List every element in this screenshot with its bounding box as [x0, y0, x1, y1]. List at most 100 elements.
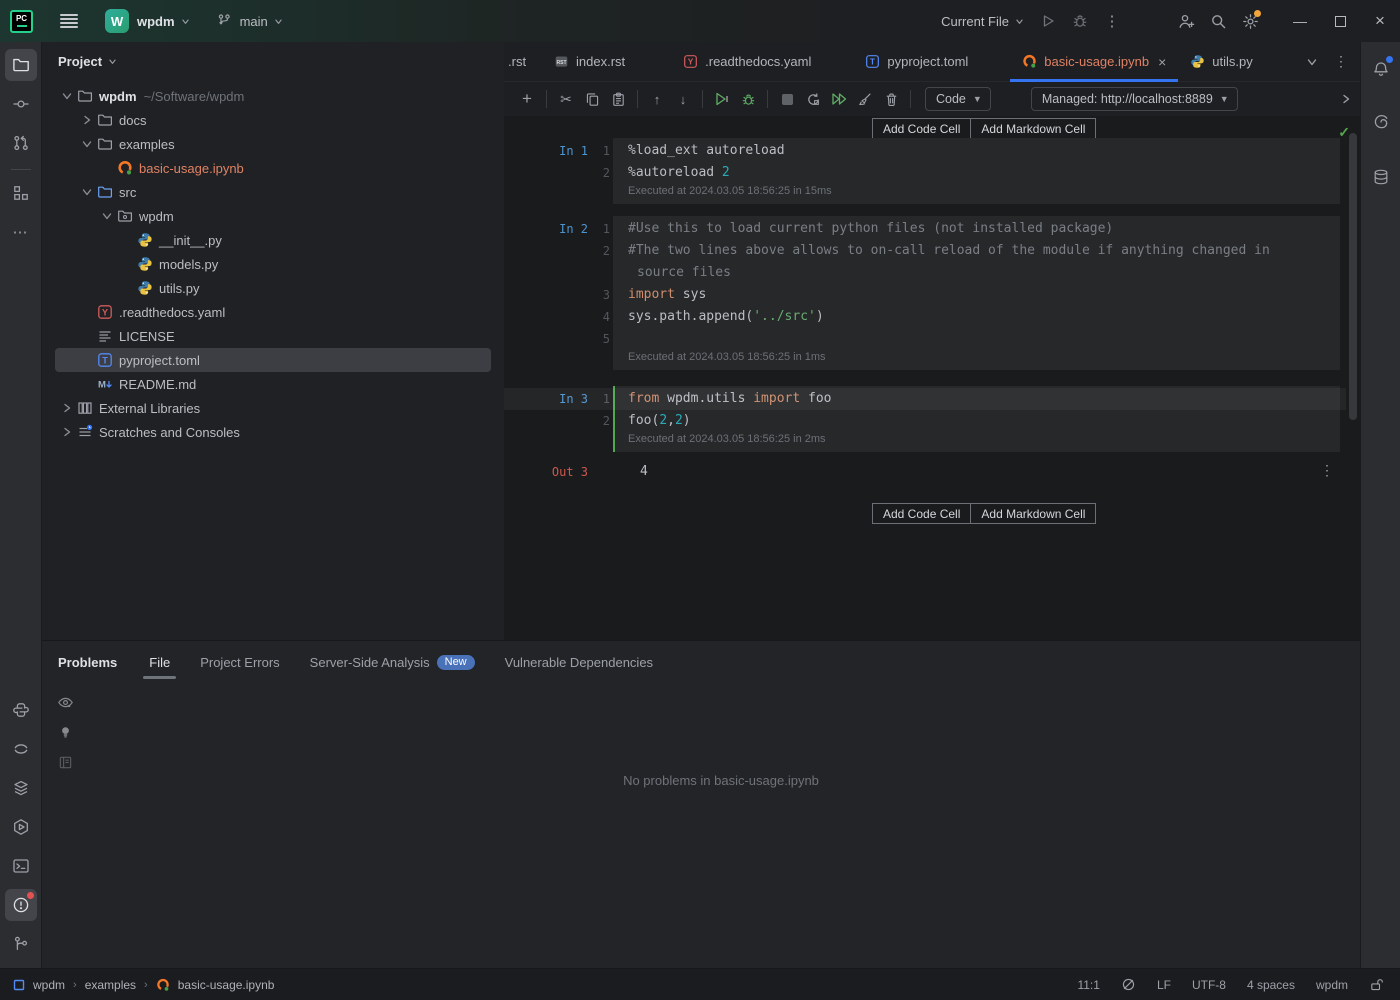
tab-basic-usage-ipynb[interactable]: basic-usage.ipynb ×	[1010, 42, 1178, 81]
cell-code-panel[interactable]: from wpdm.utils import foofoo(2,2)Execut…	[613, 386, 1340, 452]
move-cell-up-icon[interactable]: ↑	[644, 86, 670, 112]
tree-item-wpdm-root[interactable]: wpdm ~/Software/wpdm	[55, 84, 491, 108]
tree-item-external-libraries[interactable]: External Libraries	[55, 396, 491, 420]
tab-file[interactable]: File	[143, 641, 176, 683]
tab-pyproject-toml[interactable]: pyproject.toml	[853, 42, 980, 81]
tab-readthedocs-yaml[interactable]: .readthedocs.yaml	[671, 42, 823, 81]
lock-icon[interactable]	[1369, 977, 1384, 992]
caret-position-widget[interactable]: 11:1	[1077, 978, 1099, 992]
tree-item-docs[interactable]: docs	[55, 108, 491, 132]
move-cell-down-icon[interactable]: ↓	[670, 86, 696, 112]
pull-requests-tool-button[interactable]	[5, 127, 37, 159]
tree-item-init-py[interactable]: __init__.py	[55, 228, 491, 252]
python-packages-tool-button[interactable]	[5, 694, 37, 726]
interpreter-widget[interactable]: wpdm	[1316, 978, 1348, 992]
project-panel-header[interactable]: Project	[42, 42, 504, 80]
tree-item-wpdm-package[interactable]: wpdm	[55, 204, 491, 228]
breadcrumb-file[interactable]: basic-usage.ipynb	[178, 978, 275, 992]
problems-tool-button[interactable]	[5, 889, 37, 921]
add-markdown-cell-button[interactable]: Add Markdown Cell	[971, 503, 1096, 524]
open-preview-icon[interactable]	[52, 749, 78, 775]
breadcrumb-project[interactable]: wpdm	[33, 978, 65, 992]
window-maximize-button[interactable]	[1320, 0, 1360, 42]
restart-kernel-icon[interactable]	[800, 86, 826, 112]
tree-item-scratches[interactable]: Scratches and Consoles	[55, 420, 491, 444]
notebook-cell[interactable]: In 312from wpdm.utils import foofoo(2,2)…	[504, 386, 1360, 452]
commit-tool-button[interactable]	[5, 88, 37, 120]
debug-cell-icon[interactable]	[735, 86, 761, 112]
indent-widget[interactable]: 4 spaces	[1247, 978, 1295, 992]
cut-cell-icon[interactable]: ✂	[553, 86, 579, 112]
tree-item-utils-py[interactable]: utils.py	[55, 276, 491, 300]
add-code-cell-button[interactable]: Add Code Cell	[872, 503, 971, 524]
cell-code-panel[interactable]: #Use this to load current python files (…	[613, 216, 1340, 370]
notifications-tool-button[interactable]	[1365, 53, 1397, 85]
structure-tool-button[interactable]	[5, 177, 37, 209]
tree-item-basic-usage-ipynb[interactable]: basic-usage.ipynb	[55, 156, 491, 180]
cell-code-panel[interactable]: %load_ext autoreload%autoreload 2Execute…	[613, 138, 1340, 204]
terminal-tool-button[interactable]	[5, 850, 37, 882]
run-configuration-select[interactable]: Current File	[941, 14, 1024, 29]
add-code-cell-button[interactable]: Add Code Cell	[872, 118, 971, 139]
notebook-cell[interactable]: In 112%load_ext autoreload%autoreload 2E…	[504, 138, 1360, 204]
inspections-highlight-icon[interactable]	[1121, 977, 1136, 992]
tree-item-readme-md[interactable]: README.md	[55, 372, 491, 396]
tree-item-readthedocs-yaml[interactable]: .readthedocs.yaml	[55, 300, 491, 324]
copy-cell-icon[interactable]	[579, 86, 605, 112]
toolbar-expand-chevron-icon[interactable]	[1340, 93, 1352, 105]
tree-item-pyproject-toml[interactable]: pyproject.toml	[55, 348, 491, 372]
window-minimize-button[interactable]: —	[1280, 0, 1320, 42]
encoding-widget[interactable]: UTF-8	[1192, 978, 1226, 992]
stop-kernel-icon[interactable]	[774, 86, 800, 112]
add-cell-below-icon[interactable]: +	[514, 86, 540, 112]
run-cell-icon[interactable]	[709, 86, 735, 112]
add-markdown-cell-button[interactable]: Add Markdown Cell	[971, 118, 1096, 139]
more-tools-icon[interactable]: ⋯	[5, 216, 37, 248]
tree-item-models-py[interactable]: models.py	[55, 252, 491, 276]
tree-item-src[interactable]: src	[55, 180, 491, 204]
hidden-tabs-chevron-icon[interactable]	[1306, 56, 1318, 68]
ai-assistant-tool-button[interactable]	[1365, 106, 1397, 138]
project-widget[interactable]: W wpdm	[78, 9, 190, 33]
tab-utils-py[interactable]: utils.py	[1178, 42, 1264, 81]
close-tab-icon[interactable]: ×	[1158, 55, 1166, 69]
more-actions-kebab-icon[interactable]: ⋮	[1096, 5, 1128, 37]
version-control-tool-button[interactable]	[5, 928, 37, 960]
tab-index-rst[interactable]: index.rst	[542, 42, 637, 81]
tree-item-license[interactable]: LICENSE	[55, 324, 491, 348]
tab-project-errors[interactable]: Project Errors	[194, 641, 285, 683]
services-layers-tool-button[interactable]	[5, 772, 37, 804]
vcs-widget[interactable]: main	[216, 13, 283, 29]
tab-rst-partial[interactable]: .rst	[504, 42, 542, 81]
python-file-icon	[136, 280, 154, 296]
run-all-cells-icon[interactable]	[826, 86, 852, 112]
debug-button[interactable]	[1064, 5, 1096, 37]
preview-eye-icon[interactable]	[52, 689, 78, 715]
window-close-button[interactable]: ×	[1360, 0, 1400, 42]
clear-outputs-icon[interactable]	[852, 86, 878, 112]
main-menu-icon[interactable]	[60, 14, 78, 28]
tab-vulnerable-dependencies[interactable]: Vulnerable Dependencies	[499, 641, 659, 683]
tab-options-kebab-icon[interactable]: ⋮	[1334, 53, 1348, 70]
kernel-server-select[interactable]: Managed: http://localhost:8889 ▼	[1031, 87, 1238, 111]
paste-cell-icon[interactable]	[605, 86, 631, 112]
code-with-me-icon[interactable]	[1170, 5, 1202, 37]
breadcrumb-folder[interactable]: examples	[85, 978, 136, 992]
tab-server-side-analysis[interactable]: Server-Side Analysis New	[304, 641, 481, 683]
quick-fix-bulb-icon[interactable]	[52, 719, 78, 745]
search-everywhere-icon[interactable]	[1202, 5, 1234, 37]
notebook-cell[interactable]: In 212345#Use this to load current pytho…	[504, 216, 1360, 370]
editor-scrollbar[interactable]	[1349, 133, 1357, 420]
database-tool-button[interactable]	[1365, 161, 1397, 193]
run-button[interactable]	[1032, 5, 1064, 37]
executed-timestamp: Executed at 2024.03.05 18:56:25 in 15ms	[613, 184, 1340, 202]
delete-cell-icon[interactable]	[878, 86, 904, 112]
project-tool-button[interactable]	[5, 49, 37, 81]
line-ending-widget[interactable]: LF	[1157, 978, 1171, 992]
jupyter-tool-button[interactable]	[5, 733, 37, 765]
run-services-tool-button[interactable]	[5, 811, 37, 843]
tree-item-examples[interactable]: examples	[55, 132, 491, 156]
cell-type-select[interactable]: Code ▼	[925, 87, 991, 111]
output-options-kebab-icon[interactable]: ⋮	[1320, 462, 1334, 479]
settings-gear-icon[interactable]	[1234, 5, 1266, 37]
